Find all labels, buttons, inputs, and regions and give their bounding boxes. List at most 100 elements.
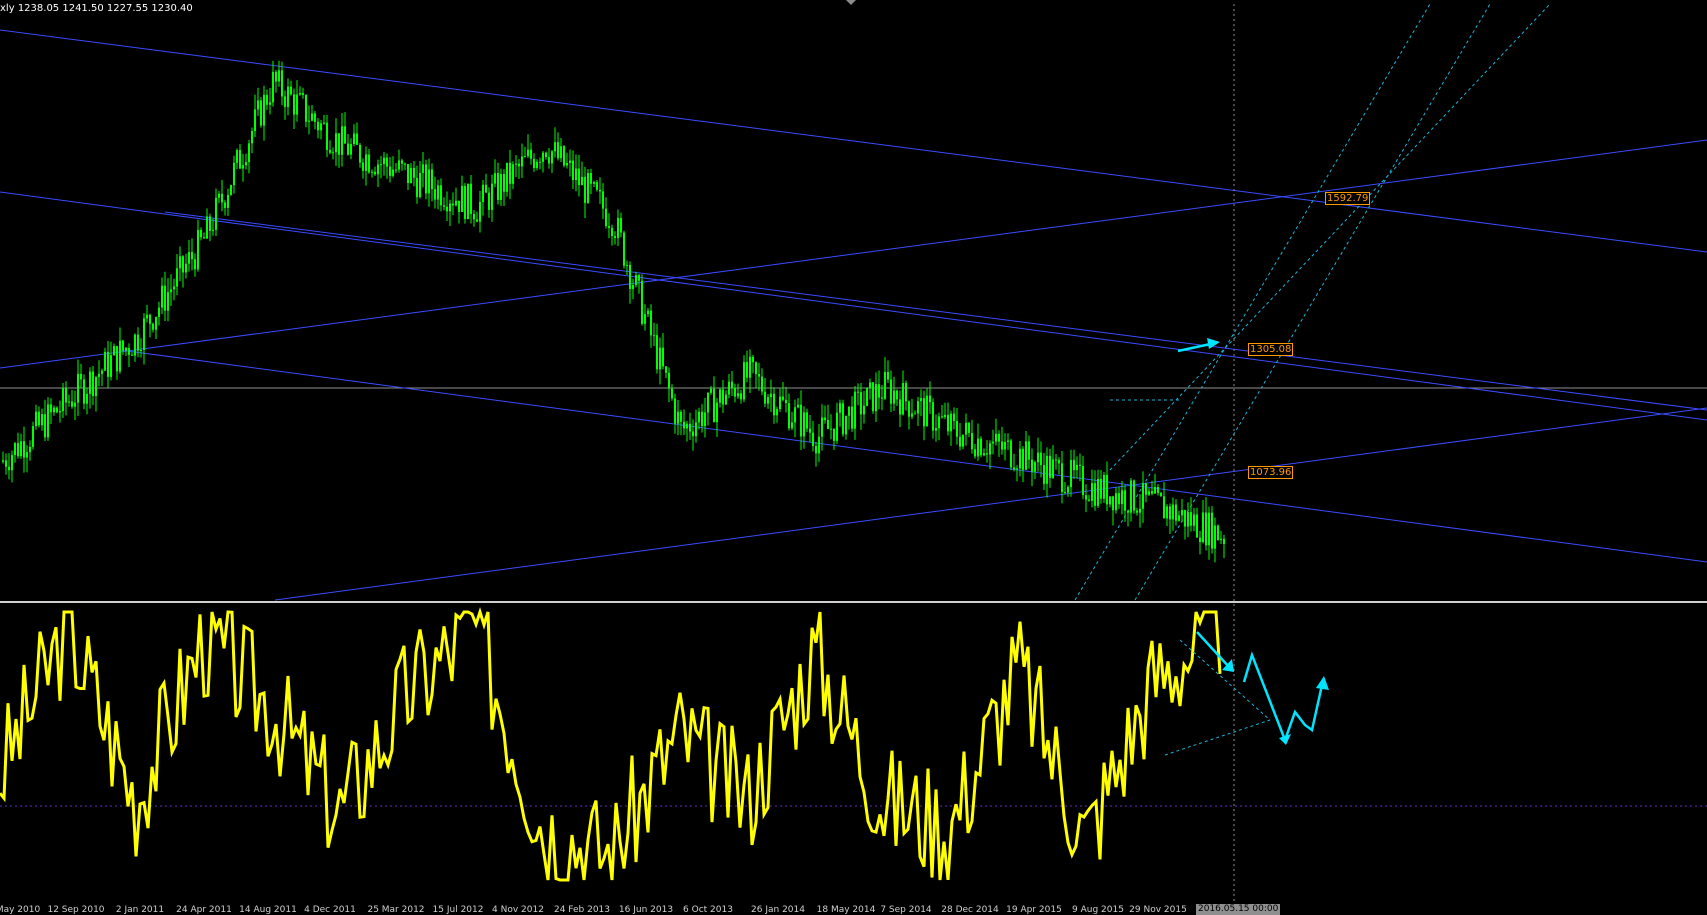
candle-body [698, 411, 700, 423]
candle-body [1082, 465, 1084, 496]
candle-body [389, 166, 391, 176]
candle-body [761, 376, 763, 392]
candle-body [863, 405, 865, 415]
candle-body [575, 168, 577, 181]
candle-body [1118, 493, 1120, 505]
candle-body [701, 411, 703, 427]
candle-body [935, 428, 937, 431]
candle-body [167, 292, 169, 311]
trendline-lower-channel[interactable] [119, 349, 1707, 563]
candle-body [644, 314, 646, 324]
trendline-mid-channel-2[interactable] [164, 211, 1707, 411]
trendline-rising-1[interactable] [0, 139, 1707, 369]
candle-body [563, 146, 565, 166]
candle-body [992, 441, 994, 444]
price-label-1073[interactable]: 1073.96 [1248, 466, 1294, 479]
candle-body [944, 414, 946, 418]
candle-body [179, 256, 181, 269]
candle-body [1112, 496, 1114, 511]
candle-body [173, 286, 175, 290]
candle-body [629, 264, 631, 289]
price-chart[interactable] [0, 0, 1707, 914]
candle-body [158, 307, 160, 318]
candle-body [527, 149, 529, 157]
candle-body [755, 362, 757, 375]
candle-body [617, 218, 619, 238]
candle-body [779, 396, 781, 410]
candle-body [419, 172, 421, 198]
candle-body [224, 202, 226, 208]
candle-body [443, 205, 445, 207]
candle-body [1157, 487, 1159, 493]
candle-body [155, 317, 157, 330]
candle-body [203, 237, 205, 239]
oscillator-pane[interactable] [0, 607, 1707, 882]
candle-body [800, 404, 802, 437]
candle-body [338, 133, 340, 155]
candle-body [359, 144, 361, 163]
candle-body [1178, 515, 1180, 521]
candle-body [68, 401, 70, 403]
candle-body [1049, 455, 1051, 478]
candle-body [1094, 483, 1096, 506]
main-price-pane[interactable] [0, 3, 1707, 904]
candle-body [452, 203, 454, 206]
candle-body [539, 161, 541, 163]
candle-body [1133, 480, 1135, 511]
candle-body [677, 411, 679, 424]
trendline-rising-2[interactable] [274, 407, 1707, 601]
candle-body [554, 142, 556, 152]
candle-body [38, 411, 40, 426]
price-label-1592[interactable]: 1592.79 [1325, 192, 1371, 205]
candle-body [1145, 483, 1147, 495]
candle-body [323, 122, 325, 124]
candle-body [848, 406, 850, 416]
candle-body [869, 382, 871, 388]
candle-body [773, 393, 775, 416]
candle-body [515, 163, 517, 165]
candle-body [5, 460, 7, 467]
candle-body [332, 152, 334, 154]
candle-body [836, 412, 838, 441]
candle-body [341, 126, 343, 155]
candle-body [1034, 462, 1036, 472]
trendline-upper-channel[interactable] [0, 29, 1707, 253]
trendline-middle-channel[interactable] [0, 191, 1707, 421]
candle-body [524, 156, 526, 158]
candle-body [245, 162, 247, 166]
candle-body [1043, 465, 1045, 484]
candle-body [467, 183, 469, 219]
candle-body [353, 133, 355, 145]
candle-body [593, 182, 595, 184]
candle-body [881, 397, 883, 399]
candle-body [647, 310, 649, 315]
candle-body [149, 314, 151, 324]
candle-body [299, 93, 301, 95]
candle-body [902, 382, 904, 415]
price-label-1305[interactable]: 1305.08 [1248, 343, 1294, 356]
candle-body [182, 256, 184, 273]
candle-body [923, 398, 925, 427]
candle-body [347, 143, 349, 155]
candle-body [971, 432, 973, 450]
candle-body [176, 268, 178, 287]
candle-body [221, 193, 223, 203]
candle-body [422, 164, 424, 173]
candle-body [257, 100, 259, 110]
candle-body [464, 185, 466, 219]
candle-body [590, 173, 592, 184]
candle-body [281, 70, 283, 97]
candle-body [230, 185, 232, 195]
candle-body [734, 387, 736, 397]
candle-body [812, 432, 814, 447]
candle-body [851, 406, 853, 429]
scroll-marker-icon[interactable] [846, 0, 856, 5]
candle-body [74, 402, 76, 407]
candle-body [1022, 448, 1024, 470]
candle-body [521, 156, 523, 167]
candle-body [1088, 499, 1090, 501]
candle-body [377, 164, 379, 175]
candle-body [1058, 459, 1060, 464]
candle-body [446, 206, 448, 212]
candle-body [950, 413, 952, 432]
